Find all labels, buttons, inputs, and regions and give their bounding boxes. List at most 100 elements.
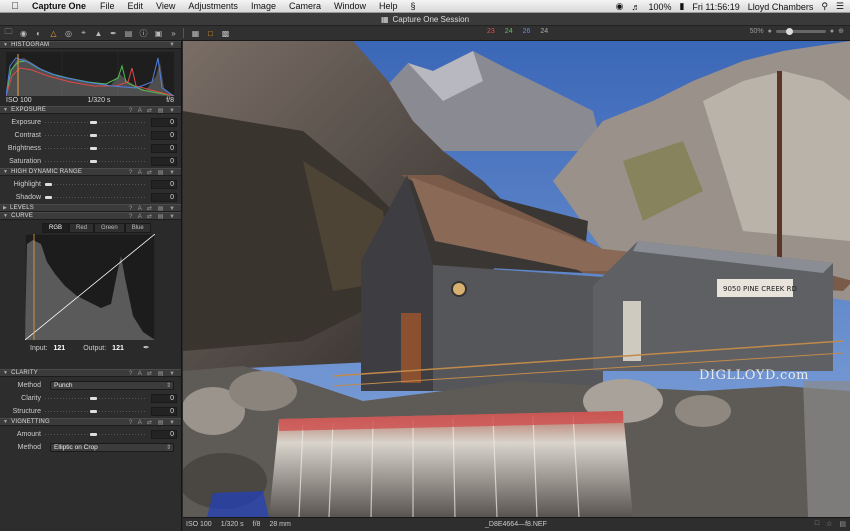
- output-icon[interactable]: ▣: [152, 28, 165, 39]
- image-viewer[interactable]: 9050 PINE CREEK RD DIGLLOYD.com: [183, 41, 850, 517]
- saturation-slider[interactable]: [45, 160, 145, 163]
- exposure-header[interactable]: ▼ EXPOSURE ? A ⇄ ▤ ▼: [0, 106, 181, 114]
- menu-edit[interactable]: Edit: [128, 1, 144, 11]
- eyedropper-icon[interactable]: ✒: [143, 343, 153, 353]
- clarity-method-select[interactable]: Punch ⇕: [50, 381, 174, 390]
- histogram-header[interactable]: ▼ HISTOGRAM ▼: [0, 41, 181, 49]
- green-count[interactable]: 24: [505, 28, 513, 35]
- filmstrip-view-icon[interactable]: ▩: [219, 28, 232, 39]
- folder-icon[interactable]: 🗀: [2, 27, 15, 39]
- slider-knob[interactable]: [90, 397, 97, 400]
- volume-icon[interactable]: ♬: [631, 2, 640, 12]
- apple-icon[interactable]: : [8, 1, 22, 12]
- zoom-out-icon[interactable]: ●: [768, 28, 772, 35]
- curve-header[interactable]: ▼ CURVE ? A ⇄ ▤ ▼: [0, 212, 181, 220]
- section-menu-icon[interactable]: ▼: [169, 42, 177, 48]
- menu-camera[interactable]: Camera: [289, 1, 321, 11]
- collapse-triangle-icon[interactable]: ▼: [3, 107, 8, 113]
- amount-slider[interactable]: [45, 433, 145, 436]
- section-tools-icons[interactable]: ? A ⇄ ▤ ▼: [129, 370, 177, 377]
- section-tools-icons[interactable]: ? A ⇄ ▤ ▼: [129, 169, 177, 176]
- vignetting-method-select[interactable]: Elliptic on Crop ⇕: [50, 443, 174, 452]
- slider-knob[interactable]: [90, 147, 97, 150]
- camera-icon[interactable]: ◉: [17, 28, 30, 39]
- zoom-slider-knob[interactable]: [785, 27, 793, 35]
- brush-icon[interactable]: ✒: [107, 28, 120, 39]
- script-menu-icon[interactable]: §: [411, 1, 416, 11]
- single-view-icon[interactable]: □: [204, 28, 217, 39]
- slider-knob[interactable]: [90, 410, 97, 413]
- wifi-icon[interactable]: ◉: [616, 1, 624, 12]
- highlight-slider[interactable]: [45, 183, 145, 186]
- loupe-icon[interactable]: ⊕: [838, 27, 844, 35]
- curve-graph[interactable]: [25, 234, 155, 340]
- notification-list-icon[interactable]: ☰: [836, 1, 844, 12]
- levels-header[interactable]: ▶ LEVELS ? A ⇄ ▤ ▼: [0, 204, 181, 212]
- slider-knob[interactable]: [90, 160, 97, 163]
- menu-help[interactable]: Help: [379, 1, 398, 11]
- collapse-triangle-icon[interactable]: ▼: [3, 42, 8, 48]
- collapse-triangle-icon[interactable]: ▼: [3, 169, 8, 175]
- app-menu[interactable]: Capture One: [32, 1, 86, 11]
- lens-icon[interactable]: ◎: [62, 28, 75, 39]
- highlight-value-field[interactable]: 0: [151, 180, 177, 189]
- menu-file[interactable]: File: [100, 1, 115, 11]
- clarity-header[interactable]: ▼ CLARITY ? A ⇄ ▤ ▼: [0, 369, 181, 377]
- blue-count[interactable]: 26: [523, 28, 531, 35]
- rating-icon[interactable]: ☆: [826, 520, 832, 528]
- exposure-tab-icon[interactable]: △: [47, 28, 60, 39]
- slider-knob[interactable]: [45, 183, 52, 186]
- menu-adjustments[interactable]: Adjustments: [188, 1, 238, 11]
- grid-view-icon[interactable]: ▦: [189, 28, 202, 39]
- exposure-value-field[interactable]: 0: [151, 118, 177, 127]
- section-tools-icons[interactable]: ? A ⇄ ▤ ▼: [129, 205, 177, 212]
- slider-knob[interactable]: [90, 121, 97, 124]
- battery-percent[interactable]: 100%: [648, 2, 671, 12]
- details-icon[interactable]: ▲: [92, 28, 105, 39]
- tab-blue[interactable]: Blue: [124, 223, 151, 233]
- slider-knob[interactable]: [45, 196, 52, 199]
- slider-knob[interactable]: [90, 433, 97, 436]
- menu-view[interactable]: View: [156, 1, 175, 11]
- slider-knob[interactable]: [90, 134, 97, 137]
- expand-triangle-icon[interactable]: ▶: [3, 205, 7, 211]
- red-count[interactable]: 23: [487, 28, 495, 35]
- brightness-slider[interactable]: [45, 147, 145, 150]
- shadow-slider[interactable]: [45, 196, 145, 199]
- user-name[interactable]: Lloyd Chambers: [748, 2, 814, 12]
- info-icon[interactable]: ⓘ: [137, 28, 150, 39]
- clarity-slider[interactable]: [45, 397, 145, 400]
- shadow-value-field[interactable]: 0: [151, 193, 177, 202]
- section-tools-icons[interactable]: ? A ⇄ ▤ ▼: [129, 213, 177, 220]
- zoom-in-icon[interactable]: ●: [830, 28, 834, 35]
- amount-value-field[interactable]: 0: [151, 430, 177, 439]
- contrast-value-field[interactable]: 0: [151, 131, 177, 140]
- tab-rgb[interactable]: RGB: [42, 223, 70, 233]
- metadata-icon[interactable]: ▤: [122, 28, 135, 39]
- section-tools-icons[interactable]: ? A ⇄ ▤ ▼: [129, 107, 177, 114]
- clock[interactable]: Fri 11:56:19: [692, 2, 739, 12]
- hdr-header[interactable]: ▼ HIGH DYNAMIC RANGE ? A ⇄ ▤ ▼: [0, 168, 181, 176]
- section-tools-icons[interactable]: ? A ⇄ ▤ ▼: [129, 419, 177, 426]
- menu-image[interactable]: Image: [251, 1, 276, 11]
- color-icon[interactable]: ◐: [32, 28, 45, 39]
- saturation-value-field[interactable]: 0: [151, 157, 177, 166]
- more-tools-icon[interactable]: »: [167, 28, 180, 39]
- color-tag-icon[interactable]: □: [815, 520, 819, 528]
- tab-red[interactable]: Red: [69, 223, 95, 233]
- all-count[interactable]: 24: [540, 28, 548, 35]
- brightness-value-field[interactable]: 0: [151, 144, 177, 153]
- crop-icon[interactable]: ⌖: [77, 28, 90, 39]
- structure-value-field[interactable]: 0: [151, 407, 177, 416]
- contrast-slider[interactable]: [45, 134, 145, 137]
- collapse-triangle-icon[interactable]: ▼: [3, 370, 8, 376]
- menu-window[interactable]: Window: [334, 1, 366, 11]
- zoom-slider[interactable]: [775, 27, 826, 35]
- tab-green[interactable]: Green: [94, 223, 125, 233]
- battery-icon[interactable]: ▮: [679, 1, 684, 12]
- collapse-triangle-icon[interactable]: ▼: [3, 213, 8, 219]
- spotlight-icon[interactable]: ⚲: [821, 1, 828, 12]
- exposure-slider[interactable]: [45, 121, 145, 124]
- status-menu-icon[interactable]: ▤: [839, 520, 846, 528]
- structure-slider[interactable]: [45, 410, 145, 413]
